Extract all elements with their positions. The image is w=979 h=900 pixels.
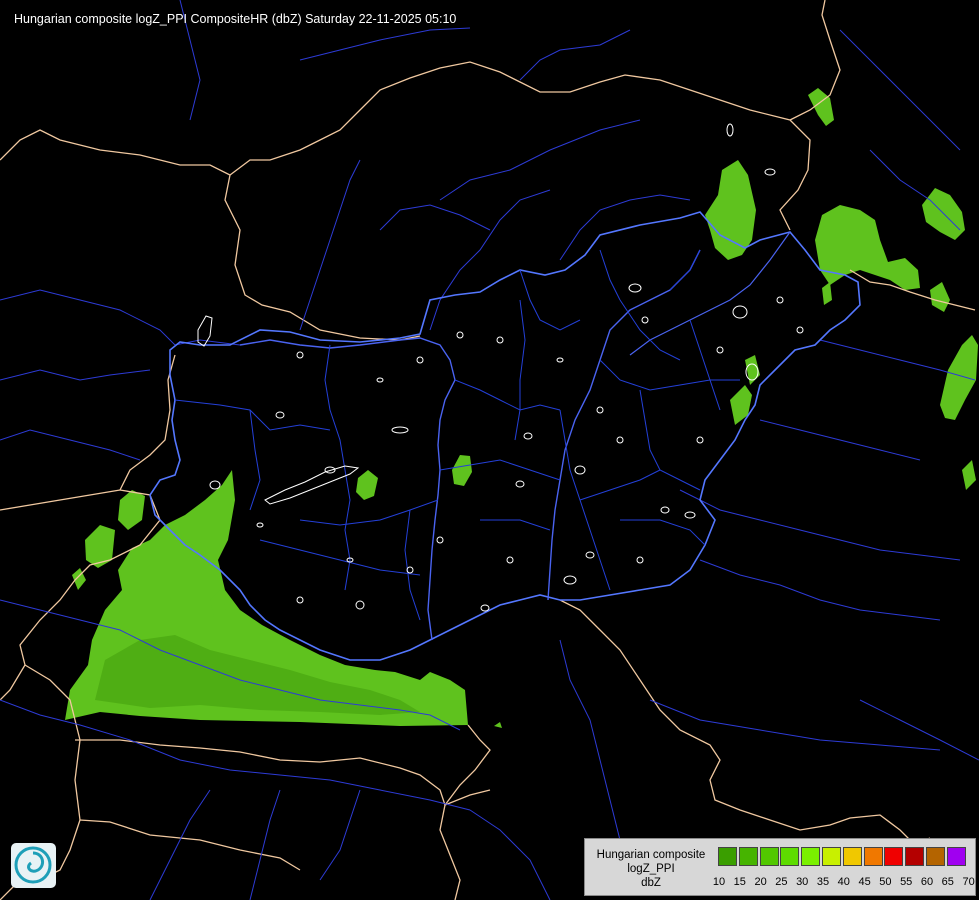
legend-tick-35: 35 — [816, 876, 830, 888]
radar-map — [0, 0, 979, 900]
map-background — [0, 0, 979, 900]
legend-tick-15: 15 — [733, 876, 746, 888]
legend-tick-25: 25 — [775, 876, 788, 888]
legend-swatch-60 — [925, 847, 945, 866]
legend-swatch-20 — [759, 847, 779, 866]
legend-swatch-45 — [863, 847, 883, 866]
color-scale-legend: Hungarian composite logZ_PPI dbZ 10 15 20 2… — [584, 838, 976, 896]
legend-tick-45: 45 — [858, 876, 871, 888]
legend-tick-55: 55 — [900, 876, 913, 888]
legend-swatches — [718, 847, 968, 866]
legend-title-line-3: dbZ — [641, 877, 661, 889]
legend-title-line-1: Hungarian composite — [596, 849, 706, 861]
legend-tick-50: 50 — [879, 876, 892, 888]
legend-title: Hungarian composite logZ_PPI dbZ — [587, 848, 715, 890]
legend-tick-60: 60 — [920, 876, 934, 888]
legend-swatch-15 — [738, 847, 758, 866]
legend-swatch-65 — [946, 847, 966, 866]
met-service-swirl-logo-icon — [11, 843, 56, 888]
legend-swatch-40 — [842, 847, 862, 866]
map-title: Hungarian composite logZ_PPI CompositeHR… — [14, 12, 457, 26]
legend-tick-40: 40 — [837, 876, 850, 888]
legend-swatch-10 — [718, 847, 737, 866]
legend-tick-20: 20 — [754, 876, 767, 888]
legend-swatch-25 — [780, 847, 800, 866]
legend-tick-65: 65 — [941, 876, 954, 888]
legend-tick-10: 10 — [712, 876, 726, 888]
legend-tick-30: 30 — [796, 876, 809, 888]
legend-swatch-50 — [884, 847, 904, 866]
legend-swatch-30 — [801, 847, 821, 866]
legend-swatch-55 — [905, 847, 925, 866]
legend-title-line-2: logZ_PPI — [627, 863, 675, 875]
legend-tick-70: 70 — [962, 876, 975, 888]
legend-swatch-35 — [821, 847, 841, 866]
legend-tick-labels: 10 15 20 25 30 35 40 45 50 55 60 65 70 — [708, 876, 976, 890]
